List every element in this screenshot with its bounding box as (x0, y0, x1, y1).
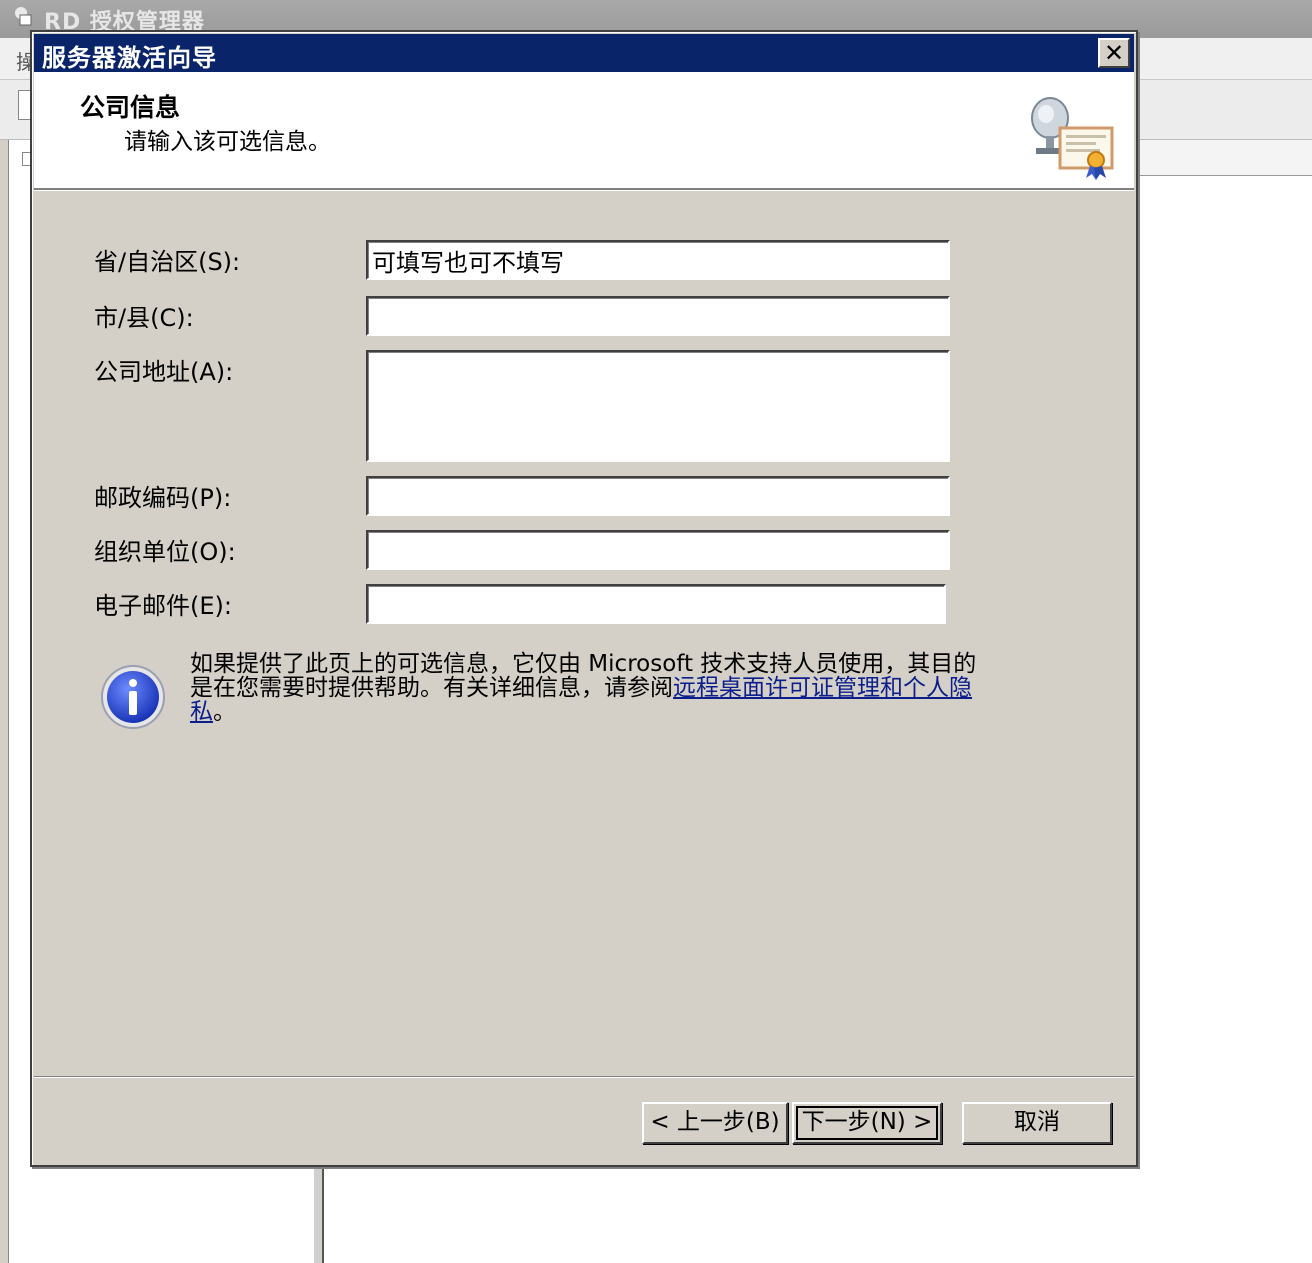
city-label: 市/县(C): (94, 304, 194, 332)
footer-divider (34, 1076, 1134, 1078)
org-unit-input[interactable] (366, 530, 950, 570)
privacy-info-text: 如果提供了此页上的可选信息，它仅由 Microsoft 技术支持人员使用，其目的… (190, 652, 990, 724)
activation-wizard-dialog: 服务器激活向导 ✕ 公司信息 请输入该可选信息。 省/自治区(S): 市/县(C… (30, 30, 1138, 1167)
email-label: 电子邮件(E): (94, 592, 232, 620)
city-input[interactable] (366, 296, 950, 336)
province-input[interactable] (366, 240, 950, 280)
page-title: 公司信息 (80, 93, 181, 122)
wizard-header: 公司信息 请输入该可选信息。 (34, 72, 1134, 190)
satellite-certificate-icon (1031, 97, 1114, 180)
next-button[interactable]: 下一步(N) > (792, 1102, 942, 1144)
back-button[interactable]: < 上一步(B) (642, 1102, 788, 1144)
postal-code-input[interactable] (366, 476, 950, 516)
org-unit-label: 组织单位(O): (94, 538, 236, 566)
page-subtitle: 请输入该可选信息。 (124, 129, 331, 155)
address-textarea[interactable] (366, 350, 950, 462)
cancel-button[interactable]: 取消 (962, 1102, 1112, 1144)
dialog-title: 服务器激活向导 (42, 44, 217, 72)
close-icon: ✕ (1103, 39, 1125, 67)
background-list-header (1136, 140, 1312, 176)
address-label: 公司地址(A): (94, 358, 234, 386)
email-input[interactable] (366, 584, 946, 624)
province-label: 省/自治区(S): (94, 248, 241, 276)
info-icon (101, 665, 165, 729)
server-icon (15, 7, 32, 26)
close-button[interactable]: ✕ (1098, 38, 1130, 68)
info-text-end: 。 (213, 699, 236, 725)
dialog-titlebar: 服务器激活向导 ✕ (34, 34, 1134, 72)
postal-code-label: 邮政编码(P): (94, 484, 232, 512)
